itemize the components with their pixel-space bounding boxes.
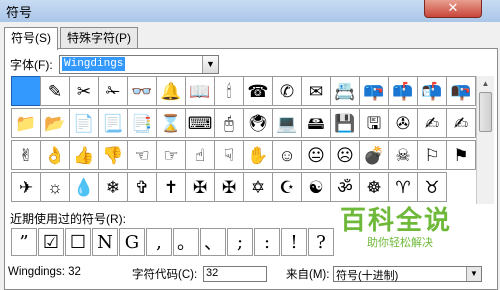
symbol-cell[interactable]: ✎ [40, 76, 70, 106]
symbol-scrollbar[interactable]: ▲ [476, 76, 494, 204]
symbol-cell[interactable]: 🖴 [301, 108, 331, 138]
symbol-cell[interactable]: ✈ [11, 172, 41, 202]
recent-symbol-cell[interactable]: ☑ [38, 228, 64, 256]
symbol-cell[interactable]: ✋ [243, 140, 273, 170]
symbol-cell[interactable]: 👓 [127, 76, 157, 106]
symbol-cell[interactable]: ✍ [446, 108, 476, 138]
recent-symbol-cell[interactable]: ? [308, 228, 334, 256]
symbol-cell[interactable]: ॐ [330, 172, 360, 202]
recent-symbol-cell[interactable]: G [119, 228, 145, 256]
symbol-cell[interactable]: 📭 [446, 76, 476, 106]
symbol-cell[interactable]: ✠ [214, 172, 244, 202]
watermark-subtitle: 助你轻松解决 [367, 237, 433, 249]
symbol-cell[interactable]: 📫 [388, 76, 418, 106]
symbol-cell[interactable]: 📂 [40, 108, 70, 138]
recent-symbol-cell[interactable]: ” [11, 228, 37, 256]
symbol-cell[interactable]: 💻 [272, 108, 302, 138]
symbol-cell[interactable]: 📬 [417, 76, 447, 106]
from-label: 来自(M): [286, 269, 330, 281]
chevron-down-icon[interactable]: ▼ [202, 56, 218, 73]
symbol-cell[interactable]: ✍ [417, 108, 447, 138]
symbol-cell[interactable]: 🖲 [243, 108, 273, 138]
symbol-cell[interactable]: ✌ [11, 140, 41, 170]
symbol-cell[interactable]: 📃 [98, 108, 128, 138]
font-select[interactable]: Wingdings ▼ [59, 55, 219, 74]
scroll-up-arrow-icon[interactable]: ▲ [477, 76, 494, 91]
recent-symbol-cell[interactable]: 。 [173, 228, 199, 256]
recent-symbol-cell[interactable]: ☐ [65, 228, 91, 256]
symbol-cell[interactable]: ☸ [359, 172, 389, 202]
from-value: 符号(十进制) [336, 270, 399, 282]
symbol-cell[interactable]: ♈ [388, 172, 418, 202]
symbol-cell[interactable]: ✉ [301, 76, 331, 106]
symbol-cell[interactable]: 📖 [185, 76, 215, 106]
symbol-cell[interactable]: 📑 [127, 108, 157, 138]
char-code-label: 字符代码(C): [132, 269, 198, 281]
symbol-cell[interactable]: 💧 [69, 172, 99, 202]
symbol-cell[interactable]: ✂ [69, 76, 99, 106]
symbol-cell[interactable]: ☼ [40, 172, 70, 202]
recent-symbol-cell[interactable]: N [92, 228, 118, 256]
recent-symbol-cell[interactable]: ; [227, 228, 253, 256]
symbol-cell[interactable]: ☝ [185, 140, 215, 170]
tab-symbols[interactable]: 符号(S) [4, 27, 58, 50]
chevron-down-icon[interactable]: ▼ [466, 267, 481, 281]
tab-special-characters[interactable]: 特殊字符(P) [60, 27, 138, 48]
watermark-title: 百科全说 [340, 206, 453, 236]
symbol-cell[interactable]: ✝ [156, 172, 186, 202]
symbol-cell[interactable]: ❄ [98, 172, 128, 202]
symbol-cell[interactable]: 👍 [69, 140, 99, 170]
window-title: 符号 [6, 5, 33, 20]
symbol-cell[interactable]: ☟ [214, 140, 244, 170]
symbol-cell[interactable]: ⚐ [417, 140, 447, 170]
symbol-cell[interactable]: ✡ [243, 172, 273, 202]
symbol-cell[interactable]: 📁 [11, 108, 41, 138]
symbol-cell[interactable]: ⌨ [185, 108, 215, 138]
symbol-cell[interactable]: ✠ [185, 172, 215, 202]
symbol-cell[interactable]: 📇 [330, 76, 360, 106]
recent-symbol-cell[interactable]: 、 [200, 228, 226, 256]
symbol-cell[interactable] [11, 76, 41, 106]
symbol-cell[interactable]: 💾 [330, 108, 360, 138]
symbol-cell[interactable]: ✆ [272, 76, 302, 106]
recent-symbol-cell[interactable]: , [146, 228, 172, 256]
symbol-cell[interactable]: 💣 [359, 140, 389, 170]
symbol-cell[interactable]: 🔔 [156, 76, 186, 106]
symbol-cell[interactable]: 👌 [40, 140, 70, 170]
symbol-cell[interactable]: 🖰 [214, 108, 244, 138]
symbol-cell[interactable]: ⚑ [446, 140, 476, 170]
char-code-input[interactable]: 32 [203, 266, 267, 282]
symbol-cell[interactable]: 😐 [301, 140, 331, 170]
font-value: Wingdings [62, 57, 126, 71]
unicode-name: Wingdings: 32 [8, 266, 81, 278]
font-label: 字体(F): [10, 58, 53, 72]
symbol-cell[interactable]: 🕯 [214, 76, 244, 106]
recent-symbol-cell[interactable]: : [254, 228, 280, 256]
symbol-cell[interactable]: ☎ [243, 76, 273, 106]
symbol-cell[interactable]: ♉ [417, 172, 447, 202]
scroll-thumb[interactable] [479, 92, 492, 132]
recent-symbol-cell[interactable]: ! [281, 228, 307, 256]
symbol-cell[interactable]: ☠ [388, 140, 418, 170]
symbol-cell[interactable]: 📪 [359, 76, 389, 106]
symbol-cell[interactable]: 🖫 [359, 108, 389, 138]
symbol-cell[interactable]: 👎 [98, 140, 128, 170]
symbol-cell[interactable]: ☺ [272, 140, 302, 170]
symbol-cell[interactable]: ☞ [156, 140, 186, 170]
symbol-cell[interactable]: ✇ [388, 108, 418, 138]
symbol-cell[interactable]: ☹ [330, 140, 360, 170]
symbol-cell[interactable]: ☪ [272, 172, 302, 202]
symbol-cell[interactable]: ✞ [127, 172, 157, 202]
from-select[interactable]: 符号(十进制) ▼ [333, 266, 482, 282]
close-button[interactable]: ✕ [424, 0, 482, 18]
symbol-cell[interactable]: ✁ [98, 76, 128, 106]
symbol-cell[interactable]: ☯ [301, 172, 331, 202]
symbol-cell[interactable]: 📄 [69, 108, 99, 138]
symbol-cell[interactable]: ⌛ [156, 108, 186, 138]
title-bar: 符号 ✕ [0, 0, 500, 22]
recent-symbols-label: 近期使用过的符号(R): [10, 212, 126, 226]
symbol-cell[interactable]: ☜ [127, 140, 157, 170]
